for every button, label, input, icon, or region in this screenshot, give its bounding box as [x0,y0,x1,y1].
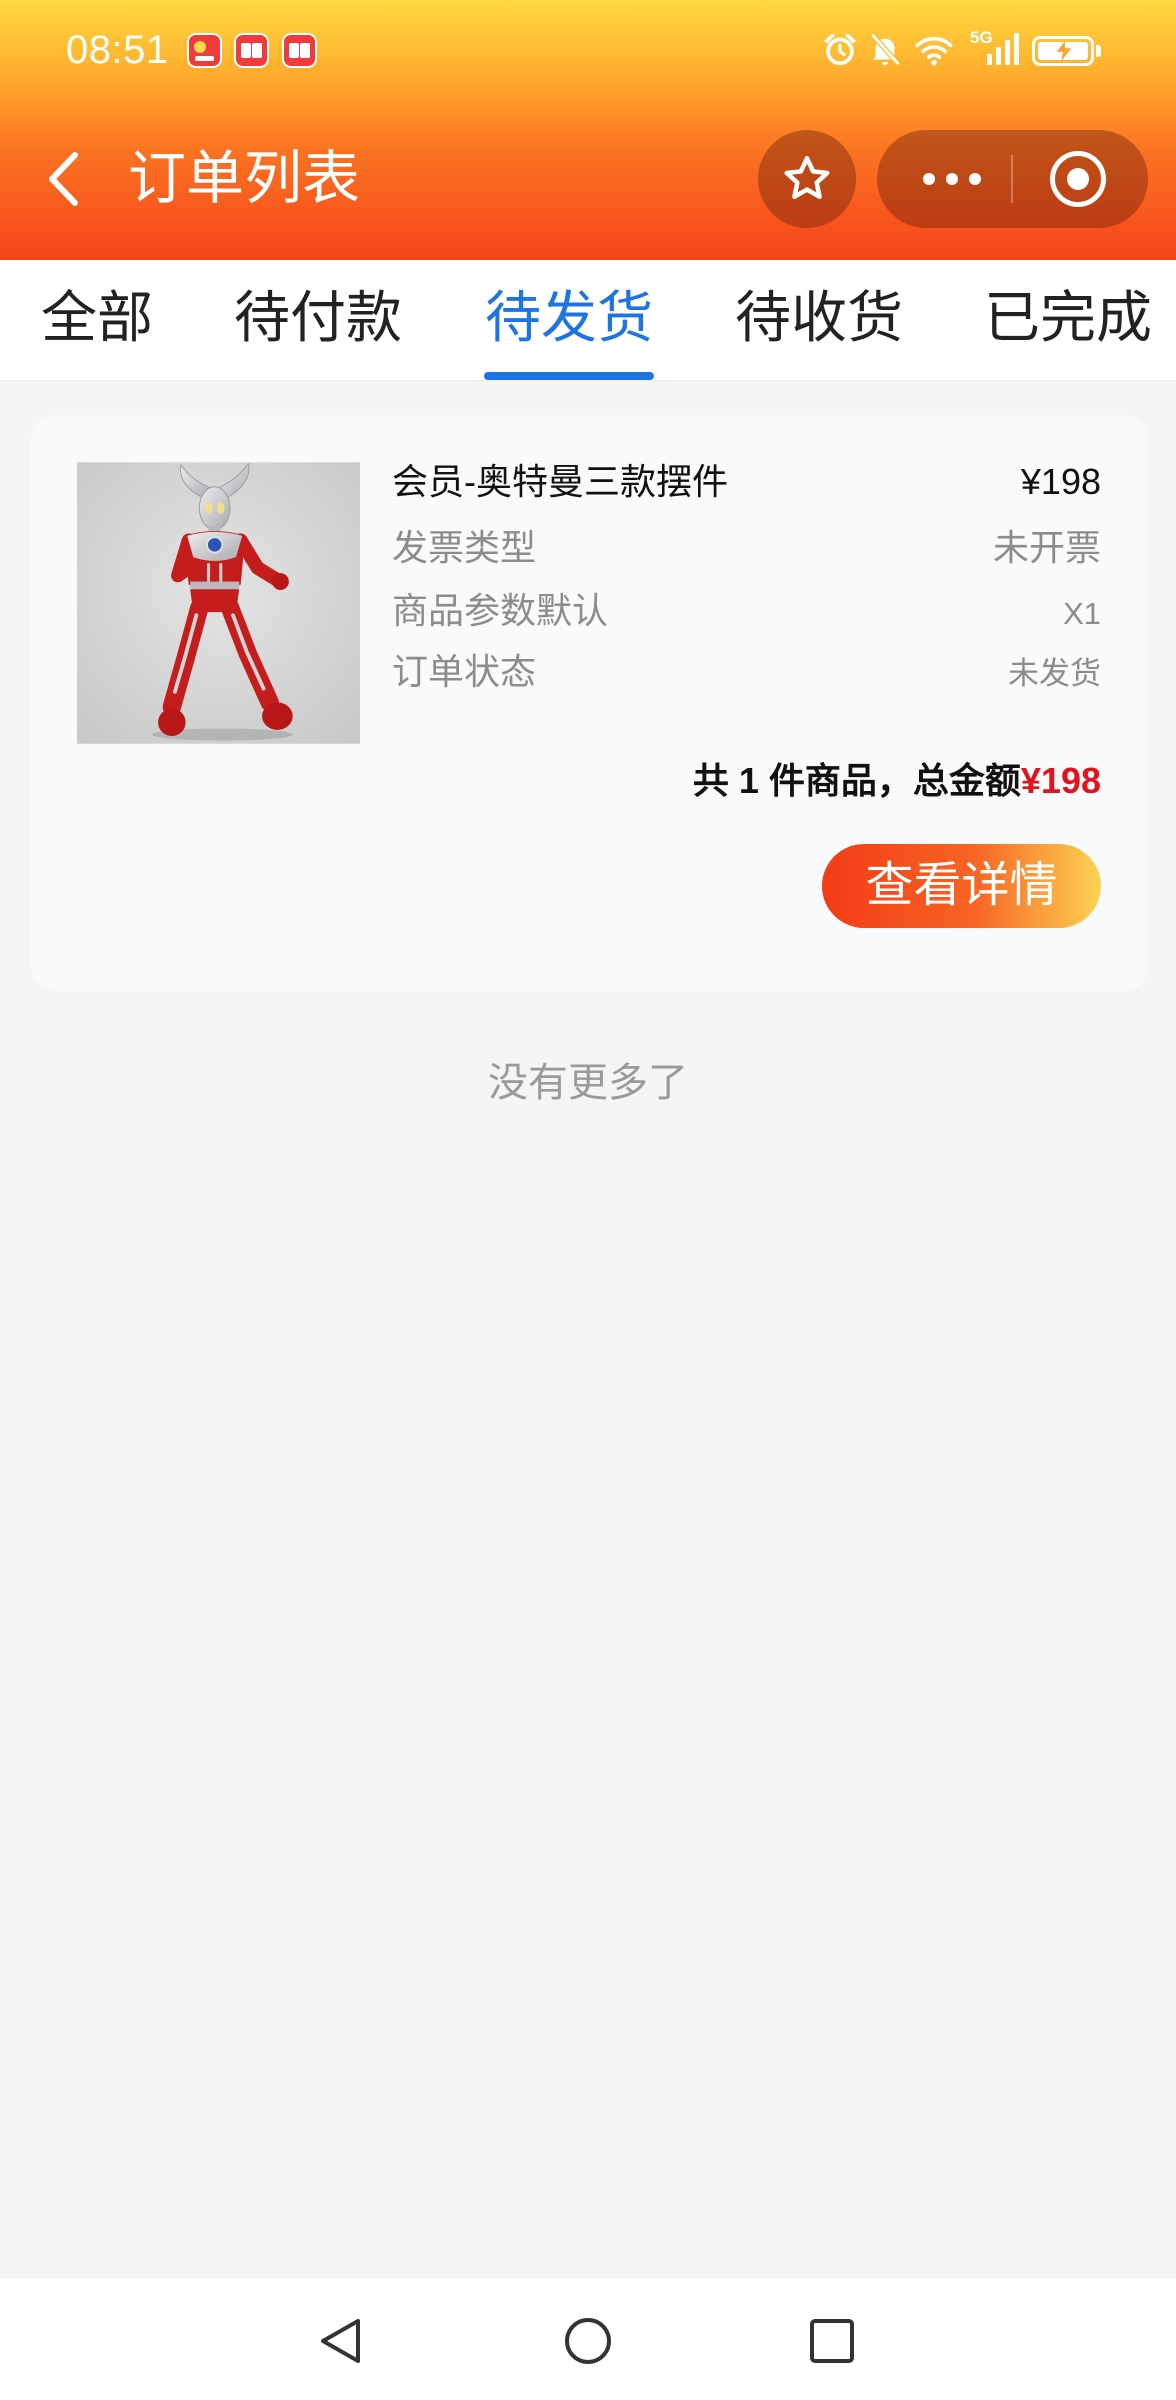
battery-nub [1096,45,1101,57]
status-time: 08:51 [66,28,169,72]
wifi-icon [915,36,953,66]
order-status-value: 未发货 [1008,656,1101,691]
tab-all[interactable]: 全部 [0,283,197,353]
product-thumbnail[interactable] [77,462,360,744]
signal-icon [987,33,1019,65]
close-miniprogram-button[interactable] [1013,130,1148,228]
list-end-text: 没有更多了 [488,1061,688,1105]
star-icon [784,156,830,200]
app-notification-icon [187,33,222,68]
invoice-type-value: 未开票 [992,527,1101,568]
tab-pending-receipt[interactable]: 待收货 [719,283,919,353]
miniprogram-capsule [877,130,1148,228]
back-chevron-icon[interactable] [44,150,82,208]
more-dots-icon [923,173,935,185]
home-circle-icon[interactable] [563,2316,613,2366]
back-triangle-icon[interactable] [315,2316,365,2366]
summary-text: 共 1 件商品，总金额 [692,760,1021,801]
more-dots-icon [946,173,958,185]
order-total: ¥198 [1020,760,1101,801]
tab-completed[interactable]: 已完成 [968,283,1168,353]
tab-pending-payment[interactable]: 待付款 [218,283,418,353]
more-dots-icon [969,173,981,185]
bell-off-icon [870,32,901,66]
battery-charging-icon [1032,36,1094,66]
product-quantity-value: X1 [1063,596,1101,631]
system-nav-bar [0,2278,1176,2400]
target-icon-dot [1067,168,1089,190]
favorite-button[interactable] [758,130,856,228]
product-spec-label: 商品参数默认 [392,590,609,631]
book-app-icon [234,33,269,68]
view-details-button[interactable]: 查看详情 [822,844,1101,928]
order-card[interactable]: 会员-奥特曼三款摆件 ¥198 发票类型 未开票 商品参数默认 X1 订单状态 … [31,415,1148,991]
order-summary: 共 1 件商品，总金额¥198 [693,758,1101,804]
product-title: 会员-奥特曼三款摆件 [392,461,728,502]
active-tab-indicator [484,372,654,380]
alarm-icon [824,33,856,66]
recents-square-icon[interactable] [807,2316,857,2366]
book-app-icon [282,33,317,68]
order-status-label: 订单状态 [392,651,537,692]
invoice-type-label: 发票类型 [392,527,537,568]
page-title: 订单列表 [128,146,361,211]
tab-pending-shipment[interactable]: 待发货 [469,283,669,353]
product-price: ¥198 [1020,461,1101,502]
more-button[interactable] [877,130,1012,228]
